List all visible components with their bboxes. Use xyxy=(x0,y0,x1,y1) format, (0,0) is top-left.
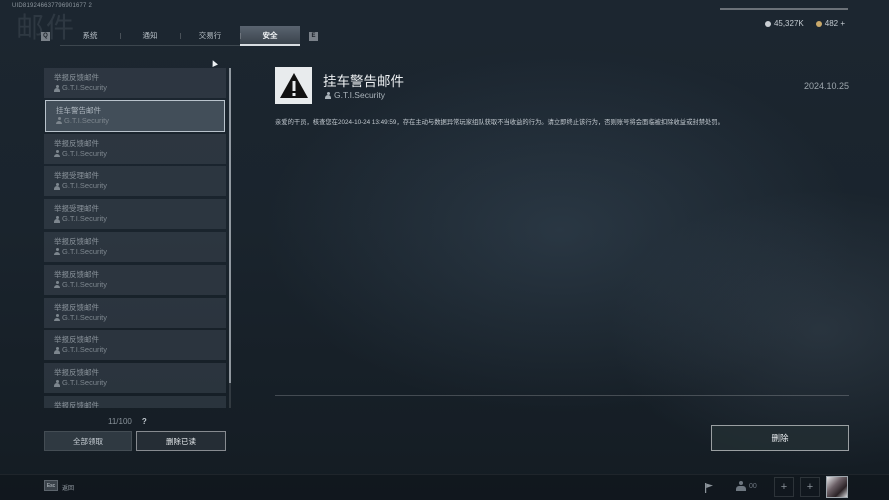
mail-item-sender: G.T.I.Security xyxy=(54,214,216,224)
mail-item-sender: G.T.I.Security xyxy=(54,247,216,257)
delete-read-button[interactable]: 删除已读 xyxy=(136,431,226,451)
mail-detail-sender: G.T.I.Security xyxy=(325,90,385,100)
mail-detail-title: 挂车警告邮件 xyxy=(323,74,404,89)
person-icon xyxy=(54,346,60,354)
person-icon xyxy=(56,117,62,125)
mail-item-title: 挂车警告邮件 xyxy=(56,105,101,115)
mail-list-item[interactable]: 举报反馈邮件G.T.I.Security xyxy=(44,395,226,408)
person-icon xyxy=(325,91,331,99)
mail-list-item[interactable]: 举报反馈邮件G.T.I.Security xyxy=(44,297,226,328)
detail-divider xyxy=(275,395,849,396)
warning-icon xyxy=(275,67,312,104)
mail-list-item[interactable]: 举报反馈邮件G.T.I.Security xyxy=(44,68,226,98)
person-icon xyxy=(54,84,60,92)
mail-item-sender: G.T.I.Security xyxy=(54,83,216,93)
add-button-2[interactable]: + xyxy=(800,477,820,497)
add-button-1[interactable]: + xyxy=(774,477,794,497)
mail-item-sender: G.T.I.Security xyxy=(54,149,216,159)
mail-list-item[interactable]: 举报反馈邮件G.T.I.Security xyxy=(44,363,226,394)
back-label[interactable]: 返回 xyxy=(62,483,74,492)
person-icon xyxy=(54,150,60,158)
delete-mail-button[interactable]: 删除 xyxy=(711,425,849,451)
tab-notice[interactable]: 通知 xyxy=(120,26,180,46)
mail-item-sender: G.T.I.Security xyxy=(54,181,216,191)
tab-system[interactable]: 系统 xyxy=(60,26,120,46)
mail-list: 举报反馈邮件 G.T.I.Security 挂车警告邮件 G.T.I.Security… xyxy=(44,68,226,408)
mail-item-title: 举报反馈邮件 xyxy=(54,73,99,82)
mail-detail-body: 亲爱的干员，核查您在2024-10-24 13:49:59，存在主动与数据异常玩… xyxy=(275,119,724,126)
mail-item-title: 举报受理邮件 xyxy=(54,171,99,181)
claim-all-button[interactable]: 全部领取 xyxy=(44,431,132,451)
mouse-cursor-icon xyxy=(210,59,218,67)
gold-coin-icon xyxy=(815,20,822,27)
mail-list-item[interactable]: 挂车警告邮件 G.T.I.Security xyxy=(45,99,225,132)
next-tab-key-hint[interactable]: E xyxy=(309,32,318,41)
mail-pager: 11/100 ? xyxy=(108,417,147,426)
mail-list-item[interactable]: 举报受理邮件 G.T.I.Security xyxy=(44,166,226,197)
mail-detail-date: 2024.10.25 xyxy=(803,81,849,91)
mail-item-sender: G.T.I.Security xyxy=(54,313,216,323)
mail-tabs: 系统 通知 交易行 安全 xyxy=(60,26,300,46)
scrollbar-thumb[interactable] xyxy=(229,68,231,383)
mail-list-item[interactable]: 举报反馈邮件G.T.I.Security xyxy=(44,330,226,361)
silver-coin-icon xyxy=(764,20,771,27)
help-icon[interactable]: ? xyxy=(142,417,147,426)
mail-count: 11/100 xyxy=(108,417,132,426)
person-icon xyxy=(54,314,60,322)
mail-item-title: 举报反馈邮件 xyxy=(54,302,99,312)
person-icon xyxy=(54,281,60,289)
mail-item-sender: G.T.I.Security xyxy=(54,378,216,388)
person-icon xyxy=(54,379,60,387)
mail-list-item[interactable]: 举报反馈邮件G.T.I.Security xyxy=(44,231,226,262)
mail-item-title: 举报反馈邮件 xyxy=(54,335,99,345)
gold-currency[interactable]: 482 + xyxy=(815,19,845,28)
mail-list-scrollbar[interactable] xyxy=(229,68,231,408)
mail-list-item[interactable]: 举报反馈邮件G.T.I.Security xyxy=(44,264,226,295)
friends-counter[interactable]: 00 xyxy=(736,481,757,491)
mail-item-sender: G.T.I.Security xyxy=(54,280,216,290)
mail-list-item[interactable]: 举报受理邮件 G.T.I.Security xyxy=(44,199,226,230)
friends-icon xyxy=(736,481,746,491)
silver-currency: 45,327K xyxy=(764,19,804,28)
mail-item-title: 举报反馈邮件 xyxy=(54,138,99,148)
mail-item-title: 举报反馈邮件 xyxy=(54,269,99,279)
tab-security[interactable]: 安全 xyxy=(240,26,300,46)
avatar[interactable] xyxy=(826,476,848,498)
mail-item-sender: G.T.I.Security xyxy=(54,345,216,355)
currency-bar: 45,327K 482 + xyxy=(764,19,845,28)
tab-trade[interactable]: 交易行 xyxy=(180,26,240,46)
mail-item-sender: G.T.I.Security xyxy=(56,116,214,126)
flag-icon[interactable] xyxy=(703,482,715,494)
mail-item-title: 举报受理邮件 xyxy=(54,204,99,214)
person-icon xyxy=(54,248,60,256)
mail-item-title: 举报反馈邮件 xyxy=(54,368,99,378)
person-icon xyxy=(54,215,60,223)
mail-item-title: 举报反馈邮件 xyxy=(54,400,99,408)
mail-list-item[interactable]: 举报反馈邮件G.T.I.Security xyxy=(44,133,226,164)
prev-tab-key-hint[interactable]: Q xyxy=(41,32,50,41)
top-decor-line xyxy=(720,8,848,10)
person-icon xyxy=(54,182,60,190)
esc-key-hint[interactable]: Esc xyxy=(44,480,58,491)
mail-item-title: 举报反馈邮件 xyxy=(54,236,99,246)
